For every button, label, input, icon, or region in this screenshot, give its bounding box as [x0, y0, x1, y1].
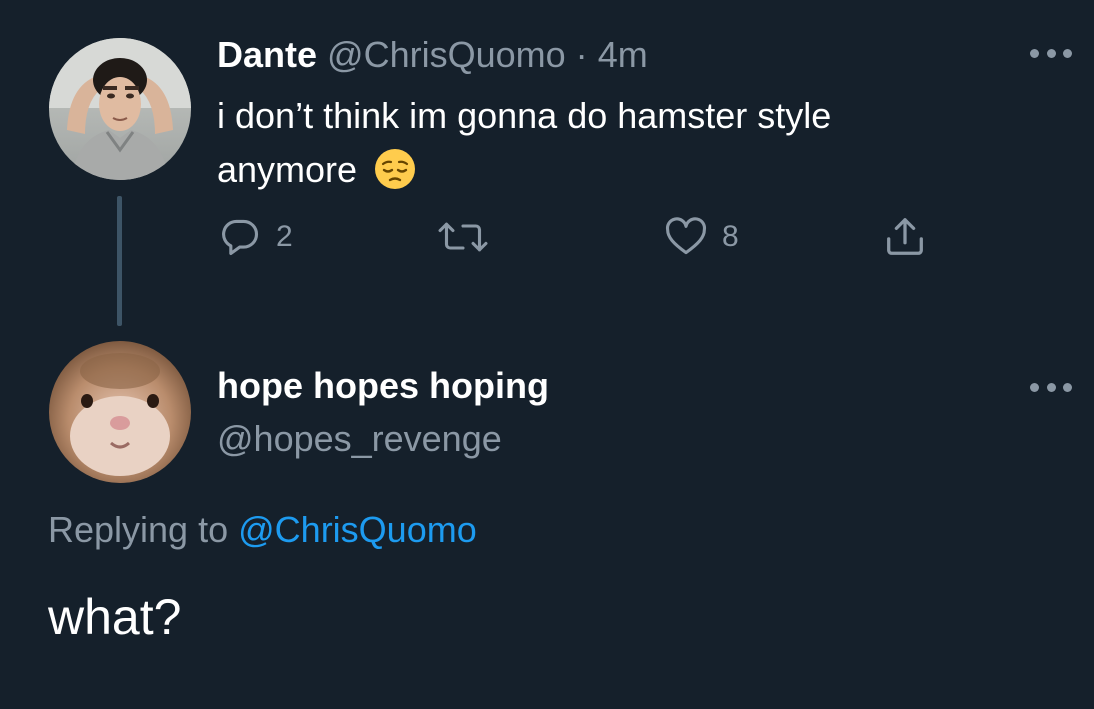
pensive-face-icon	[375, 149, 416, 189]
replying-to-line: Replying to @ChrisQuomo	[48, 509, 477, 551]
replying-to-label: Replying to	[48, 509, 229, 550]
tweet-text: i don’t think im gonna do hamster style …	[217, 95, 832, 190]
separator-dot: ·	[575, 34, 588, 75]
author-name[interactable]: Dante	[217, 34, 317, 75]
tweet-header: Dante @ChrisQuomo · 4m	[217, 34, 648, 76]
reply-count: 2	[276, 220, 293, 253]
replying-to-mention-link[interactable]: @ChrisQuomo	[238, 509, 477, 550]
more-dot	[1046, 382, 1056, 392]
reply-text: what?	[48, 589, 182, 645]
heart-icon	[665, 217, 707, 255]
author-handle[interactable]: @ChrisQuomo	[327, 34, 566, 75]
more-dot	[1046, 48, 1056, 58]
share-action[interactable]	[882, 214, 928, 260]
reply-more-options-button[interactable]	[1030, 380, 1072, 394]
more-dot	[1030, 382, 1039, 392]
reply-author-handle[interactable]: @hopes_revenge	[217, 418, 502, 460]
share-upload-icon	[887, 218, 923, 255]
more-dot	[1063, 382, 1072, 392]
tweet-timestamp[interactable]: 4m	[598, 34, 648, 75]
thread-connector-line	[117, 196, 122, 326]
reply-action[interactable]: 2	[218, 214, 293, 260]
reply-author-name[interactable]: hope hopes hoping	[217, 365, 549, 407]
retweet-icon	[438, 222, 488, 252]
speech-bubble-icon	[222, 219, 259, 256]
more-options-button[interactable]	[1030, 46, 1072, 60]
retweet-action[interactable]	[436, 214, 504, 260]
like-action[interactable]: 8	[664, 214, 739, 260]
more-dot	[1030, 48, 1039, 58]
avatar-dante[interactable]	[49, 38, 191, 180]
avatar-hamster[interactable]	[49, 341, 191, 483]
tweet-body: i don’t think im gonna do hamster style …	[217, 89, 977, 197]
more-dot	[1063, 48, 1072, 58]
like-count: 8	[722, 220, 739, 253]
